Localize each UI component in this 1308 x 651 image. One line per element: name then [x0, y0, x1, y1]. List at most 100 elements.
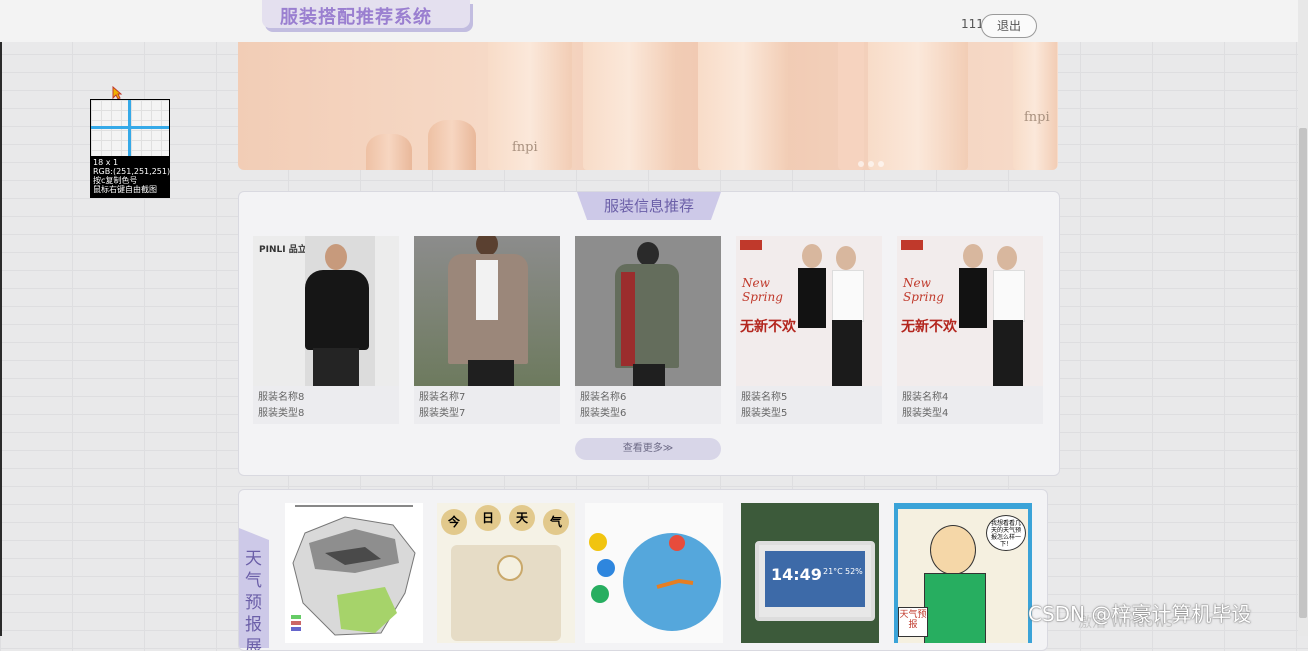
model-jacket: [305, 270, 369, 350]
forecast-sign: 天气预报: [898, 607, 928, 637]
clothing-image[interactable]: [575, 236, 721, 386]
magnifier-info: 18 x 1 RGB:(251,251,251) 按c复制色号 鼠标右键自由截图: [93, 158, 170, 194]
banner-carousel[interactable]: fnpi fnpi: [238, 42, 1058, 170]
model-pants: [468, 360, 514, 386]
weather-sticker: [591, 585, 609, 603]
section-title: 服装信息推荐: [603, 197, 694, 215]
banner-cylinder: [366, 134, 412, 170]
carousel-dot[interactable]: [858, 161, 864, 167]
weather-sticker: [597, 559, 615, 577]
banner-bottle: [868, 42, 968, 170]
magnifier-rgb: RGB:(251,251,251): [93, 167, 171, 176]
clothing-type: 服装类型8: [258, 408, 305, 419]
brand-logo: PINLI 品立: [259, 245, 307, 255]
digital-weather-clock: 14:49 21°C 52%: [755, 541, 875, 621]
coat-lining: [621, 272, 635, 366]
csdn-watermark: CSDN @梓豪计算机毕设: [1028, 602, 1252, 626]
calendar-char: 日: [475, 505, 501, 531]
clock-temperature: 21°C: [823, 567, 843, 576]
model-head: [637, 242, 659, 266]
clothing-name: 服装名称8: [258, 392, 305, 403]
weather-image-cartoon[interactable]: 我想看看几天的天气预报怎么样一下！ 天气预报: [894, 503, 1032, 643]
clothing-image[interactable]: [414, 236, 560, 386]
clothing-type: 服装类型6: [580, 408, 627, 419]
banner-brand-text: fnpi: [1024, 110, 1050, 125]
carousel-dot[interactable]: [868, 161, 874, 167]
calendar-char: 天: [509, 505, 535, 531]
clothing-recommend-panel: 服装信息推荐 PINLI 品立 服装名称8 服装类型8 服装名称7 服装类型7: [238, 191, 1060, 476]
banner-cylinder: [428, 120, 476, 170]
model-pants: [993, 320, 1023, 386]
clothing-image[interactable]: New Spring 无新不欢: [736, 236, 882, 386]
promo-text: New Spring: [903, 276, 944, 304]
brand-tag: [740, 240, 762, 250]
view-more-button[interactable]: 查看更多≫: [575, 438, 721, 460]
cartoon-face: [930, 525, 976, 575]
speech-bubble: 我想看看几天的天气预报怎么样一下！: [986, 515, 1026, 551]
magnifier-copy-hint: 按c复制色号: [93, 176, 138, 185]
window-frame-left: [0, 0, 2, 636]
calendar-char: 今: [441, 509, 467, 535]
model-head: [802, 244, 822, 268]
carousel-indicators: [858, 152, 908, 167]
model-head: [997, 246, 1017, 270]
clothing-card[interactable]: 服装名称6 服装类型6: [575, 236, 721, 424]
site-title-badge: 服装搭配推荐系统: [262, 0, 470, 32]
clothing-name: 服装名称5: [741, 392, 788, 403]
clothing-card[interactable]: New Spring 无新不欢 服装名称4 服装类型4: [897, 236, 1043, 424]
model-top: [832, 270, 864, 322]
clock-screen: 14:49 21°C 52%: [765, 551, 865, 607]
scrollbar-thumb[interactable]: [1299, 128, 1307, 618]
mouse-cursor-icon: [112, 86, 122, 100]
banner-bottle: [1013, 42, 1057, 170]
model-pants: [832, 320, 862, 386]
weather-image-wheel[interactable]: [585, 503, 723, 643]
magnifier-size: 18 x 1: [93, 158, 119, 167]
sun-icon: [669, 535, 685, 551]
model-head: [963, 244, 983, 268]
promo-slogan: 无新不欢: [740, 319, 796, 335]
logout-button[interactable]: 退出: [981, 14, 1037, 38]
promo-slogan: 无新不欢: [901, 319, 957, 335]
weather-image-map[interactable]: [285, 503, 423, 643]
clothing-name: 服装名称4: [902, 392, 949, 403]
promo-text: New Spring: [742, 276, 783, 304]
banner-brand-text: fnpi: [512, 140, 538, 155]
calendar-char: 气: [543, 509, 569, 535]
clothing-type: 服装类型7: [419, 408, 466, 419]
clock-hands-icon: [656, 578, 694, 589]
clothing-name: 服装名称6: [580, 392, 627, 403]
magnifier-zoom-view: [91, 100, 169, 156]
banner-bottle: [838, 42, 864, 170]
cartoon-body: [924, 573, 986, 643]
model-head: [836, 246, 856, 270]
model-head: [325, 244, 347, 270]
weather-map-icon: [291, 505, 416, 636]
color-picker-magnifier: 18 x 1 RGB:(251,251,251) 按c复制色号 鼠标右键自由截图: [90, 99, 170, 198]
calendar-dial: [497, 555, 523, 581]
clothing-card[interactable]: 服装名称7 服装类型7: [414, 236, 560, 424]
clothing-name: 服装名称7: [419, 392, 466, 403]
carousel-dot[interactable]: [878, 161, 884, 167]
clothing-image[interactable]: PINLI 品立: [253, 236, 399, 386]
weather-image-clock[interactable]: 14:49 21°C 52%: [741, 503, 879, 643]
model-top: [959, 268, 987, 328]
clothing-type: 服装类型5: [741, 408, 788, 419]
clock-humidity: 52%: [845, 567, 863, 576]
crosshair-vertical: [128, 100, 131, 156]
weather-sticker: [589, 533, 607, 551]
magnifier-free-hint: 鼠标右键自由截图: [93, 185, 157, 194]
clothing-type: 服装类型4: [902, 408, 949, 419]
top-header: 服装搭配推荐系统 111 退出: [0, 0, 1298, 42]
banner-bottle: [583, 42, 675, 170]
clothing-card[interactable]: New Spring 无新不欢 服装名称5 服装类型5: [736, 236, 882, 424]
banner-bottle: [698, 42, 788, 170]
weather-image-calendar[interactable]: 今 日 天 气: [437, 503, 575, 643]
brand-tag: [901, 240, 923, 250]
model-head: [476, 236, 498, 256]
vertical-scrollbar[interactable]: [1298, 0, 1308, 636]
site-title: 服装搭配推荐系统: [280, 7, 432, 28]
clothing-card[interactable]: PINLI 品立 服装名称8 服装类型8: [253, 236, 399, 424]
clothing-image[interactable]: New Spring 无新不欢: [897, 236, 1043, 386]
model-top: [798, 268, 826, 328]
